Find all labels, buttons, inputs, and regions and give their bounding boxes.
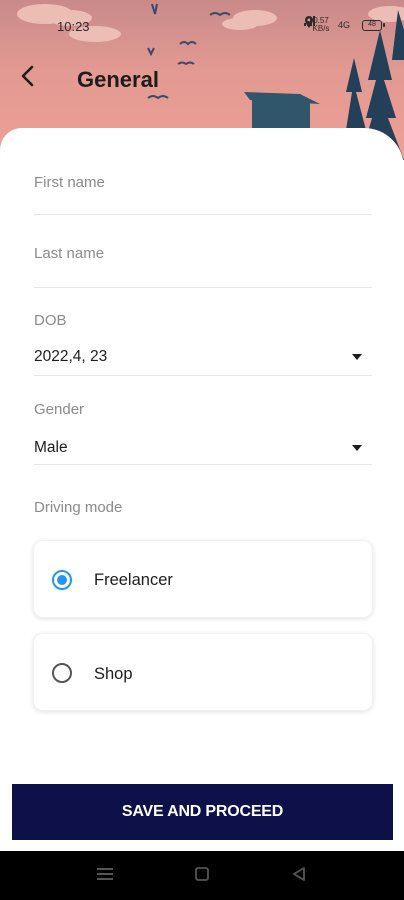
battery-icon: 48 (362, 19, 385, 31)
gender-select[interactable]: Gender Male (34, 401, 372, 465)
gender-label: Gender (34, 401, 85, 418)
system-nav-bar (0, 851, 404, 900)
save-and-proceed-button[interactable]: SAVE AND PROCEED (12, 784, 393, 840)
status-icons: 0.57 KB/s 4G 48 (303, 16, 385, 34)
dob-label: DOB (34, 312, 67, 329)
network-type: 4G (337, 20, 350, 30)
battery-level: 48 (368, 20, 376, 28)
driving-mode-label: Driving mode (34, 499, 123, 516)
screen: 10:23 0.57 KB/s 4G 48 General First name… (0, 0, 404, 900)
back-button[interactable] (20, 65, 46, 93)
last-name-field[interactable]: Last name (34, 245, 372, 288)
dropdown-arrow-icon (352, 354, 362, 360)
option-freelancer[interactable]: Freelancer (33, 540, 373, 618)
first-name-placeholder: First name (34, 174, 105, 191)
gender-underline (34, 464, 372, 465)
option-freelancer-label: Freelancer (94, 571, 173, 589)
page-title: General (77, 67, 159, 92)
dob-value: 2022,4, 23 (34, 348, 108, 365)
last-name-placeholder: Last name (34, 245, 105, 262)
dob-underline (34, 375, 372, 376)
first-name-underline (34, 214, 372, 215)
dropdown-arrow-icon (352, 445, 362, 451)
option-shop[interactable]: Shop (33, 633, 373, 711)
app-bar: General (0, 55, 404, 105)
option-shop-label: Shop (94, 665, 133, 683)
radio-unselected-icon[interactable] (52, 663, 72, 683)
first-name-field[interactable]: First name (34, 174, 372, 216)
status-time: 10:23 (57, 19, 90, 34)
back-triangle-icon[interactable] (292, 867, 306, 886)
gender-value: Male (34, 439, 68, 456)
status-bar: 10:23 0.57 KB/s 4G 48 (0, 0, 404, 40)
driving-mode-heading: Driving mode (34, 499, 372, 519)
radio-selected-icon[interactable] (52, 570, 72, 590)
last-name-underline (34, 287, 372, 288)
dob-select[interactable]: DOB 2022,4, 23 (34, 312, 372, 376)
menu-icon[interactable] (97, 867, 113, 886)
form-card: First name Last name DOB 2022,4, 23 Gend… (0, 128, 404, 828)
home-square-icon[interactable] (195, 867, 209, 886)
arrow-left-icon (21, 65, 34, 87)
